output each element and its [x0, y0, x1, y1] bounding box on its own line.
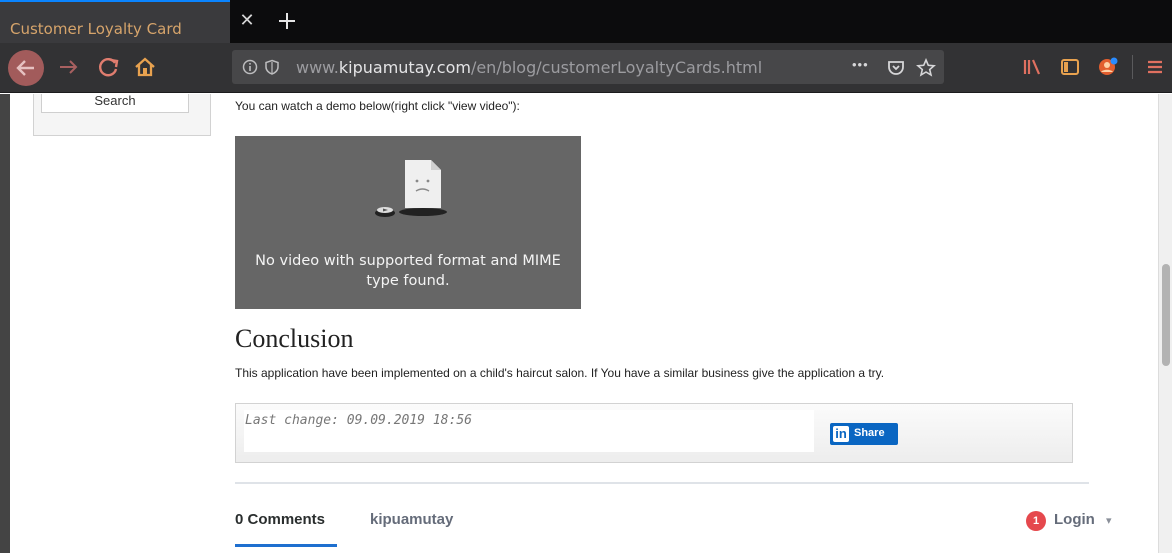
page-left-edge: [0, 94, 10, 553]
url-prefix: www.: [296, 58, 339, 77]
new-tab-icon[interactable]: [276, 10, 298, 32]
tab-bar: Customer Loyalty Card ✕: [0, 0, 1172, 43]
video-player[interactable]: No video with supported format and MIME …: [235, 136, 581, 309]
linkedin-share-button[interactable]: in Share: [830, 423, 898, 445]
toolbar-separator: [1132, 55, 1133, 79]
post-meta-box: Last change: 09.09.2019 18:56 in Share: [235, 403, 1073, 463]
video-intro-text: You can watch a demo below(right click "…: [235, 99, 520, 113]
url-text[interactable]: www.kipuamutay.com/en/blog/customerLoyal…: [296, 58, 762, 77]
sidebar-search-box: Search: [33, 94, 211, 136]
navigation-toolbar: www.kipuamutay.com/en/blog/customerLoyal…: [0, 43, 1172, 93]
video-error-line-2: type found.: [366, 273, 450, 289]
page-scrollbar[interactable]: [1158, 94, 1172, 553]
address-bar[interactable]: www.kipuamutay.com/en/blog/customerLoyal…: [232, 50, 944, 84]
forward-icon[interactable]: [54, 52, 84, 82]
reload-icon[interactable]: [94, 52, 124, 82]
linkedin-icon: in: [833, 426, 849, 442]
last-change-text: Last change: 09.09.2019 18:56: [245, 413, 472, 428]
home-icon[interactable]: [130, 52, 160, 82]
search-button[interactable]: Search: [41, 94, 189, 113]
conclusion-paragraph: This application have been implemented o…: [235, 366, 885, 380]
tab-customer-loyalty-card[interactable]: Customer Loyalty Card: [0, 0, 230, 43]
menu-icon[interactable]: [1143, 55, 1167, 79]
scrollbar-thumb[interactable]: [1162, 264, 1170, 366]
account-icon[interactable]: [1095, 54, 1121, 80]
last-change-field: Last change: 09.09.2019 18:56: [244, 410, 814, 452]
page-actions-icon[interactable]: •••: [852, 57, 872, 77]
tab-title: Customer Loyalty Card: [10, 20, 182, 38]
bookmark-star-icon[interactable]: [916, 58, 936, 78]
pocket-icon[interactable]: [886, 58, 906, 78]
active-tab-underline: [235, 544, 337, 547]
info-icon[interactable]: [242, 59, 258, 75]
video-error-message: No video with supported format and MIME …: [235, 251, 581, 291]
video-error-line-1: No video with supported format and MIME: [255, 253, 561, 269]
url-path: /en/blog/customerLoyaltyCards.html: [470, 58, 763, 77]
back-button[interactable]: [8, 50, 44, 86]
chevron-down-icon[interactable]: ▾: [1106, 514, 1112, 527]
community-tab[interactable]: kipuamutay: [370, 511, 453, 528]
notification-badge[interactable]: 1: [1026, 511, 1046, 531]
tracking-shield-icon[interactable]: [264, 59, 280, 75]
library-icon[interactable]: [1020, 55, 1044, 79]
comments-divider: [235, 482, 1089, 484]
url-domain: kipuamutay.com: [338, 58, 471, 77]
comments-count-tab[interactable]: 0 Comments: [235, 511, 325, 528]
broken-video-icon: [375, 160, 447, 217]
web-page: Search You can watch a demo below(right …: [0, 94, 1172, 553]
sidebar-toggle-icon[interactable]: [1058, 55, 1082, 79]
login-button[interactable]: Login: [1054, 511, 1095, 528]
share-label: Share: [854, 427, 885, 439]
tab-close-icon[interactable]: ✕: [238, 12, 256, 30]
arrow-left-icon: [16, 60, 34, 76]
conclusion-heading: Conclusion: [235, 324, 354, 353]
